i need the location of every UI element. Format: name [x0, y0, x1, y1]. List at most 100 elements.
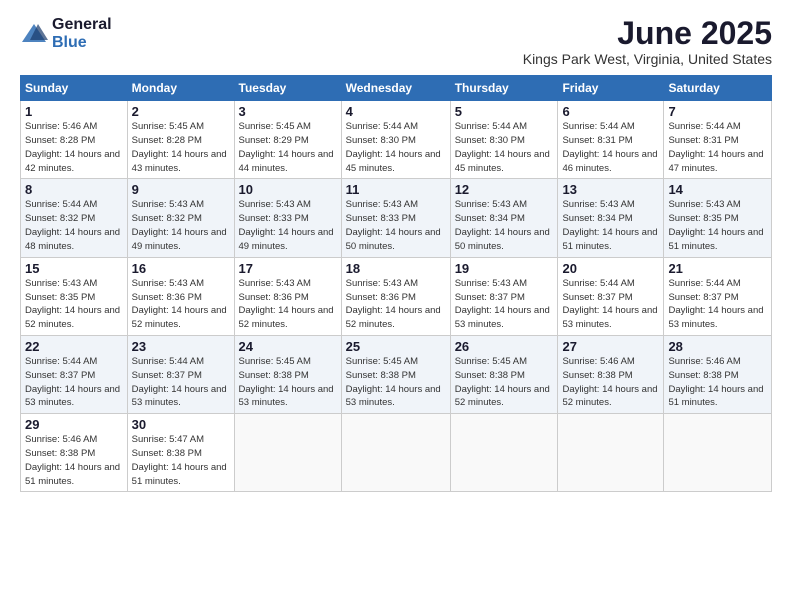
main-title: June 2025 — [523, 16, 772, 51]
day-number: 18 — [346, 261, 446, 276]
day-info: Sunrise: 5:45 AMSunset: 8:38 PMDaylight:… — [455, 356, 550, 408]
table-cell: 4 Sunrise: 5:44 AMSunset: 8:30 PMDayligh… — [341, 101, 450, 179]
day-number: 17 — [239, 261, 337, 276]
day-number: 6 — [562, 104, 659, 119]
table-row: 1 Sunrise: 5:46 AMSunset: 8:28 PMDayligh… — [21, 101, 772, 179]
day-number: 30 — [132, 417, 230, 432]
table-cell: 11 Sunrise: 5:43 AMSunset: 8:33 PMDaylig… — [341, 179, 450, 257]
table-cell: 12 Sunrise: 5:43 AMSunset: 8:34 PMDaylig… — [450, 179, 558, 257]
table-cell — [664, 414, 772, 492]
day-number: 7 — [668, 104, 767, 119]
col-thursday: Thursday — [450, 76, 558, 101]
day-info: Sunrise: 5:45 AMSunset: 8:28 PMDaylight:… — [132, 121, 227, 173]
day-number: 19 — [455, 261, 554, 276]
table-cell: 29 Sunrise: 5:46 AMSunset: 8:38 PMDaylig… — [21, 414, 128, 492]
subtitle: Kings Park West, Virginia, United States — [523, 51, 772, 67]
day-number: 27 — [562, 339, 659, 354]
table-cell: 19 Sunrise: 5:43 AMSunset: 8:37 PMDaylig… — [450, 257, 558, 335]
day-number: 15 — [25, 261, 123, 276]
table-cell: 6 Sunrise: 5:44 AMSunset: 8:31 PMDayligh… — [558, 101, 664, 179]
day-info: Sunrise: 5:43 AMSunset: 8:36 PMDaylight:… — [239, 278, 334, 330]
day-number: 10 — [239, 182, 337, 197]
day-number: 25 — [346, 339, 446, 354]
day-info: Sunrise: 5:43 AMSunset: 8:35 PMDaylight:… — [668, 199, 763, 251]
table-row: 8 Sunrise: 5:44 AMSunset: 8:32 PMDayligh… — [21, 179, 772, 257]
logo-text: General Blue — [52, 16, 112, 51]
table-cell: 16 Sunrise: 5:43 AMSunset: 8:36 PMDaylig… — [127, 257, 234, 335]
table-cell: 22 Sunrise: 5:44 AMSunset: 8:37 PMDaylig… — [21, 335, 128, 413]
col-friday: Friday — [558, 76, 664, 101]
table-cell: 18 Sunrise: 5:43 AMSunset: 8:36 PMDaylig… — [341, 257, 450, 335]
day-number: 12 — [455, 182, 554, 197]
day-info: Sunrise: 5:44 AMSunset: 8:37 PMDaylight:… — [25, 356, 120, 408]
day-number: 13 — [562, 182, 659, 197]
table-cell: 9 Sunrise: 5:43 AMSunset: 8:32 PMDayligh… — [127, 179, 234, 257]
table-cell: 1 Sunrise: 5:46 AMSunset: 8:28 PMDayligh… — [21, 101, 128, 179]
day-info: Sunrise: 5:44 AMSunset: 8:37 PMDaylight:… — [562, 278, 657, 330]
logo: General Blue — [20, 16, 112, 51]
day-info: Sunrise: 5:43 AMSunset: 8:32 PMDaylight:… — [132, 199, 227, 251]
logo-general: General — [52, 16, 112, 34]
table-cell — [234, 414, 341, 492]
day-info: Sunrise: 5:43 AMSunset: 8:34 PMDaylight:… — [455, 199, 550, 251]
header-row: Sunday Monday Tuesday Wednesday Thursday… — [21, 76, 772, 101]
col-saturday: Saturday — [664, 76, 772, 101]
day-number: 5 — [455, 104, 554, 119]
day-info: Sunrise: 5:46 AMSunset: 8:38 PMDaylight:… — [25, 434, 120, 486]
day-info: Sunrise: 5:44 AMSunset: 8:32 PMDaylight:… — [25, 199, 120, 251]
table-cell: 17 Sunrise: 5:43 AMSunset: 8:36 PMDaylig… — [234, 257, 341, 335]
table-cell: 7 Sunrise: 5:44 AMSunset: 8:31 PMDayligh… — [664, 101, 772, 179]
day-number: 3 — [239, 104, 337, 119]
day-info: Sunrise: 5:44 AMSunset: 8:37 PMDaylight:… — [668, 278, 763, 330]
table-cell — [558, 414, 664, 492]
table-cell: 20 Sunrise: 5:44 AMSunset: 8:37 PMDaylig… — [558, 257, 664, 335]
table-cell: 21 Sunrise: 5:44 AMSunset: 8:37 PMDaylig… — [664, 257, 772, 335]
day-info: Sunrise: 5:46 AMSunset: 8:38 PMDaylight:… — [562, 356, 657, 408]
day-info: Sunrise: 5:46 AMSunset: 8:38 PMDaylight:… — [668, 356, 763, 408]
day-info: Sunrise: 5:45 AMSunset: 8:38 PMDaylight:… — [346, 356, 441, 408]
day-info: Sunrise: 5:47 AMSunset: 8:38 PMDaylight:… — [132, 434, 227, 486]
table-row: 22 Sunrise: 5:44 AMSunset: 8:37 PMDaylig… — [21, 335, 772, 413]
title-block: June 2025 Kings Park West, Virginia, Uni… — [523, 16, 772, 67]
day-info: Sunrise: 5:44 AMSunset: 8:30 PMDaylight:… — [346, 121, 441, 173]
table-row: 29 Sunrise: 5:46 AMSunset: 8:38 PMDaylig… — [21, 414, 772, 492]
day-info: Sunrise: 5:43 AMSunset: 8:33 PMDaylight:… — [346, 199, 441, 251]
calendar-page: General Blue June 2025 Kings Park West, … — [0, 0, 792, 612]
day-number: 28 — [668, 339, 767, 354]
day-number: 4 — [346, 104, 446, 119]
table-cell: 13 Sunrise: 5:43 AMSunset: 8:34 PMDaylig… — [558, 179, 664, 257]
day-info: Sunrise: 5:44 AMSunset: 8:30 PMDaylight:… — [455, 121, 550, 173]
day-number: 26 — [455, 339, 554, 354]
day-info: Sunrise: 5:43 AMSunset: 8:36 PMDaylight:… — [346, 278, 441, 330]
col-wednesday: Wednesday — [341, 76, 450, 101]
col-sunday: Sunday — [21, 76, 128, 101]
day-number: 1 — [25, 104, 123, 119]
day-info: Sunrise: 5:45 AMSunset: 8:38 PMDaylight:… — [239, 356, 334, 408]
table-cell: 23 Sunrise: 5:44 AMSunset: 8:37 PMDaylig… — [127, 335, 234, 413]
table-cell: 27 Sunrise: 5:46 AMSunset: 8:38 PMDaylig… — [558, 335, 664, 413]
day-info: Sunrise: 5:43 AMSunset: 8:36 PMDaylight:… — [132, 278, 227, 330]
day-info: Sunrise: 5:43 AMSunset: 8:37 PMDaylight:… — [455, 278, 550, 330]
calendar-table: Sunday Monday Tuesday Wednesday Thursday… — [20, 75, 772, 492]
table-cell: 8 Sunrise: 5:44 AMSunset: 8:32 PMDayligh… — [21, 179, 128, 257]
day-number: 11 — [346, 182, 446, 197]
table-cell: 3 Sunrise: 5:45 AMSunset: 8:29 PMDayligh… — [234, 101, 341, 179]
logo-icon — [20, 20, 48, 48]
table-row: 15 Sunrise: 5:43 AMSunset: 8:35 PMDaylig… — [21, 257, 772, 335]
day-number: 20 — [562, 261, 659, 276]
day-number: 8 — [25, 182, 123, 197]
day-number: 22 — [25, 339, 123, 354]
day-info: Sunrise: 5:44 AMSunset: 8:31 PMDaylight:… — [562, 121, 657, 173]
day-number: 23 — [132, 339, 230, 354]
table-cell: 28 Sunrise: 5:46 AMSunset: 8:38 PMDaylig… — [664, 335, 772, 413]
day-number: 2 — [132, 104, 230, 119]
header: General Blue June 2025 Kings Park West, … — [20, 16, 772, 67]
day-number: 14 — [668, 182, 767, 197]
day-info: Sunrise: 5:46 AMSunset: 8:28 PMDaylight:… — [25, 121, 120, 173]
day-info: Sunrise: 5:44 AMSunset: 8:37 PMDaylight:… — [132, 356, 227, 408]
table-cell: 5 Sunrise: 5:44 AMSunset: 8:30 PMDayligh… — [450, 101, 558, 179]
day-info: Sunrise: 5:43 AMSunset: 8:34 PMDaylight:… — [562, 199, 657, 251]
day-info: Sunrise: 5:43 AMSunset: 8:33 PMDaylight:… — [239, 199, 334, 251]
table-cell — [341, 414, 450, 492]
col-monday: Monday — [127, 76, 234, 101]
